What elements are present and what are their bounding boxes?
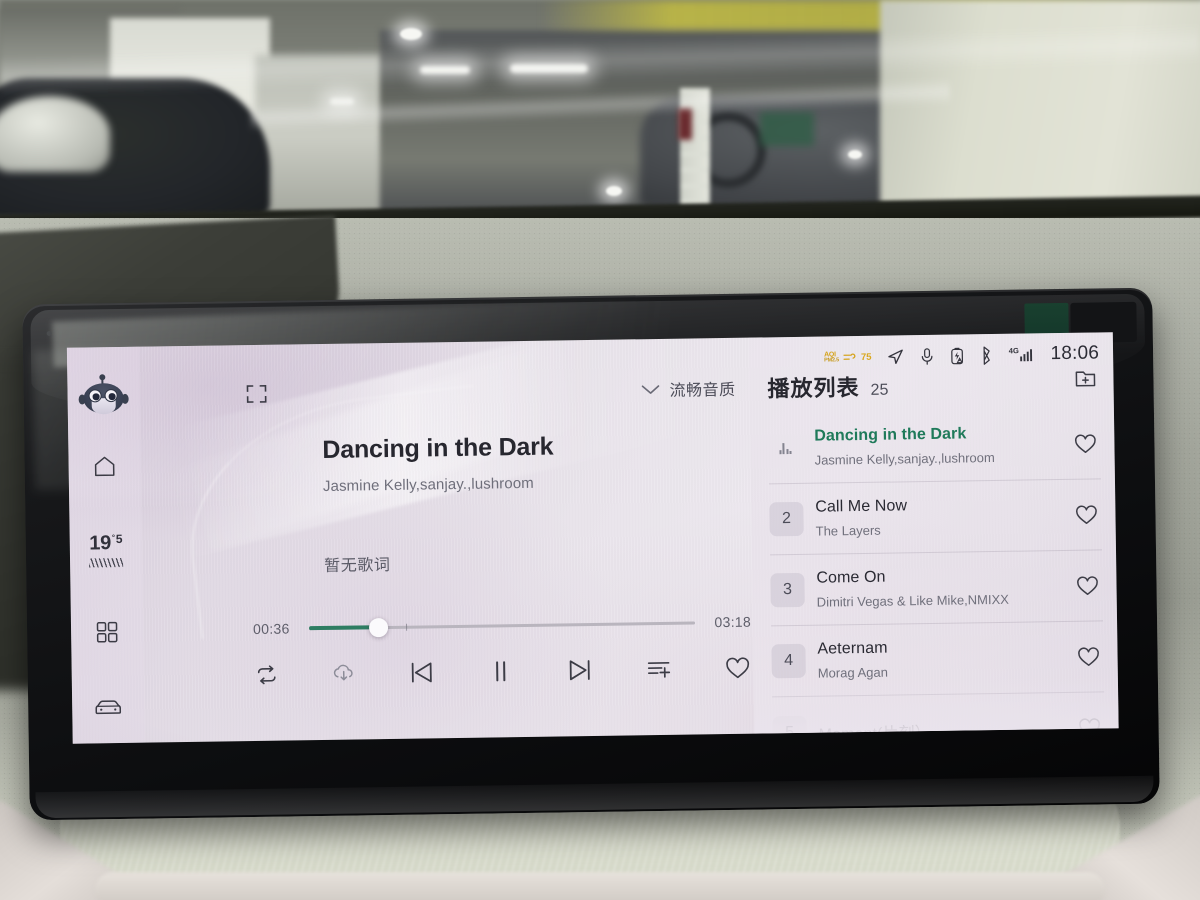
track-index [768, 431, 803, 466]
navigation-arrow-icon[interactable] [886, 347, 905, 366]
previous-button[interactable] [407, 658, 437, 686]
track-index: 4 [771, 643, 806, 679]
robot-mascot-icon[interactable] [78, 377, 129, 415]
seek-thumb[interactable] [368, 617, 389, 637]
infotainment-display: AQI PM2.5 75 4G 18:06 19 ° 5 流畅音质 Dancin… [22, 287, 1160, 821]
track-name: Aeternam [817, 639, 888, 658]
sidebar: 19 ° 5 [66, 346, 145, 744]
track-favorite-button[interactable] [1072, 574, 1102, 597]
sidebar-item-home[interactable] [91, 454, 117, 478]
track-favorite-button[interactable] [1070, 432, 1100, 455]
climate-control[interactable]: 19 ° 5 [89, 532, 124, 568]
repeat-mode-button[interactable] [254, 664, 280, 686]
track-artist: Morag Agan [817, 664, 889, 681]
add-folder-icon[interactable] [1073, 366, 1097, 393]
playlist-row[interactable]: Dancing in the Dark Jasmine Kelly,sanjay.… [767, 408, 1101, 485]
home-icon [94, 456, 115, 477]
playlist-row[interactable]: 2 Call Me Now The Layers [768, 479, 1103, 556]
music-player-screen: AQI PM2.5 75 4G 18:06 19 ° 5 流畅音质 Dancin… [66, 332, 1119, 744]
pause-button[interactable] [487, 657, 513, 685]
svg-text:4G: 4G [1009, 346, 1019, 355]
degree-symbol: ° [111, 533, 115, 543]
status-bar: AQI PM2.5 75 4G 18:06 [824, 340, 1099, 370]
car-icon [95, 700, 122, 715]
track-meta: Come On Dimitri Vegas & Like Mike,NMIXX [816, 566, 1073, 610]
green-panel [760, 112, 814, 146]
duration: 03:18 [714, 613, 752, 631]
air-flow-icon [843, 352, 856, 360]
playlist-pane: 播放列表 25 Dancing in the Dark Jasmine Kelly… [748, 332, 1119, 744]
track-artist: The Layers [815, 522, 881, 539]
car-windshield-reflection [0, 96, 110, 172]
sensor-dot [46, 330, 52, 337]
temperature-decimal: 5 [115, 531, 123, 547]
microphone-icon[interactable] [920, 346, 934, 365]
track-meta: Dancing in the Dark Jasmine Kelly,sanjay.… [814, 424, 1071, 468]
playlist-row[interactable]: 3 Come On Dimitri Vegas & Like Mike,NMIXX [770, 550, 1104, 627]
lyrics-text: 暂无歌词 [324, 556, 391, 575]
track-favorite-button[interactable] [1073, 645, 1103, 668]
track-name: Come On [816, 568, 886, 587]
now-playing-pane: 流畅音质 Dancing in the Dark Jasmine Kelly,s… [139, 338, 755, 743]
song-artist: Jasmine Kelly,sanjay.,lushroom [322, 474, 534, 495]
next-button[interactable] [564, 656, 594, 684]
track-name: Dancing in the Dark [814, 425, 967, 445]
track-meta: Call Me Now The Layers [815, 495, 1072, 539]
add-to-playlist-button[interactable] [645, 657, 673, 681]
light-glare [606, 186, 622, 196]
track-meta: Aeternam Morag Agan [817, 637, 1074, 681]
chevron-down-icon [641, 384, 660, 394]
seek-slider[interactable] [309, 613, 696, 637]
light-glare [400, 28, 422, 40]
audio-quality-selector[interactable]: 流畅音质 [640, 376, 736, 401]
playlist-count: 25 [870, 381, 889, 399]
audio-quality-label: 流畅音质 [669, 381, 736, 400]
temperature-value: 19 [89, 532, 112, 555]
track-favorite-button[interactable] [1071, 503, 1101, 526]
current-time: 00:36 [252, 620, 290, 638]
light-glare [848, 150, 862, 159]
track-index: 2 [769, 501, 804, 537]
pm25-value: 75 [860, 351, 872, 363]
playlist-row[interactable]: 4 Aeternam Morag Agan [771, 621, 1105, 698]
console-trim-bottom [95, 872, 1105, 900]
battery-warning-icon[interactable] [949, 346, 965, 365]
download-button[interactable] [330, 661, 356, 685]
pm25-indicator[interactable]: AQI PM2.5 75 [824, 351, 872, 364]
fan-bars-icon [89, 557, 124, 568]
signal-4g-icon[interactable]: 4G [1008, 345, 1034, 364]
track-name: Call Me Now [815, 497, 908, 516]
clock: 18:06 [1050, 342, 1100, 365]
collapse-icon[interactable] [245, 383, 267, 405]
track-artist: Dimitri Vegas & Like Mike,NMIXX [816, 591, 1010, 610]
sidebar-item-vehicle[interactable] [93, 695, 123, 717]
seek-tick [405, 623, 408, 631]
pm25-label: PM2.5 [824, 357, 840, 364]
progress-row: 00:36 03:18 [253, 613, 751, 638]
bluetooth-icon[interactable] [980, 345, 993, 365]
playback-controls [254, 654, 752, 689]
equalizer-icon [779, 442, 792, 455]
playlist-header: 播放列表 25 [767, 370, 888, 404]
track-index: 3 [770, 572, 805, 608]
playlist-items: Dancing in the Dark Jasmine Kelly,sanjay.… [767, 408, 1105, 744]
track-artist: Jasmine Kelly,sanjay.,lushroom [814, 450, 995, 468]
favorite-button[interactable] [723, 655, 751, 680]
sidebar-item-apps[interactable] [94, 619, 120, 645]
apps-grid-icon [96, 621, 118, 643]
song-title: Dancing in the Dark [322, 432, 554, 464]
playlist-title: 播放列表 [767, 374, 860, 402]
